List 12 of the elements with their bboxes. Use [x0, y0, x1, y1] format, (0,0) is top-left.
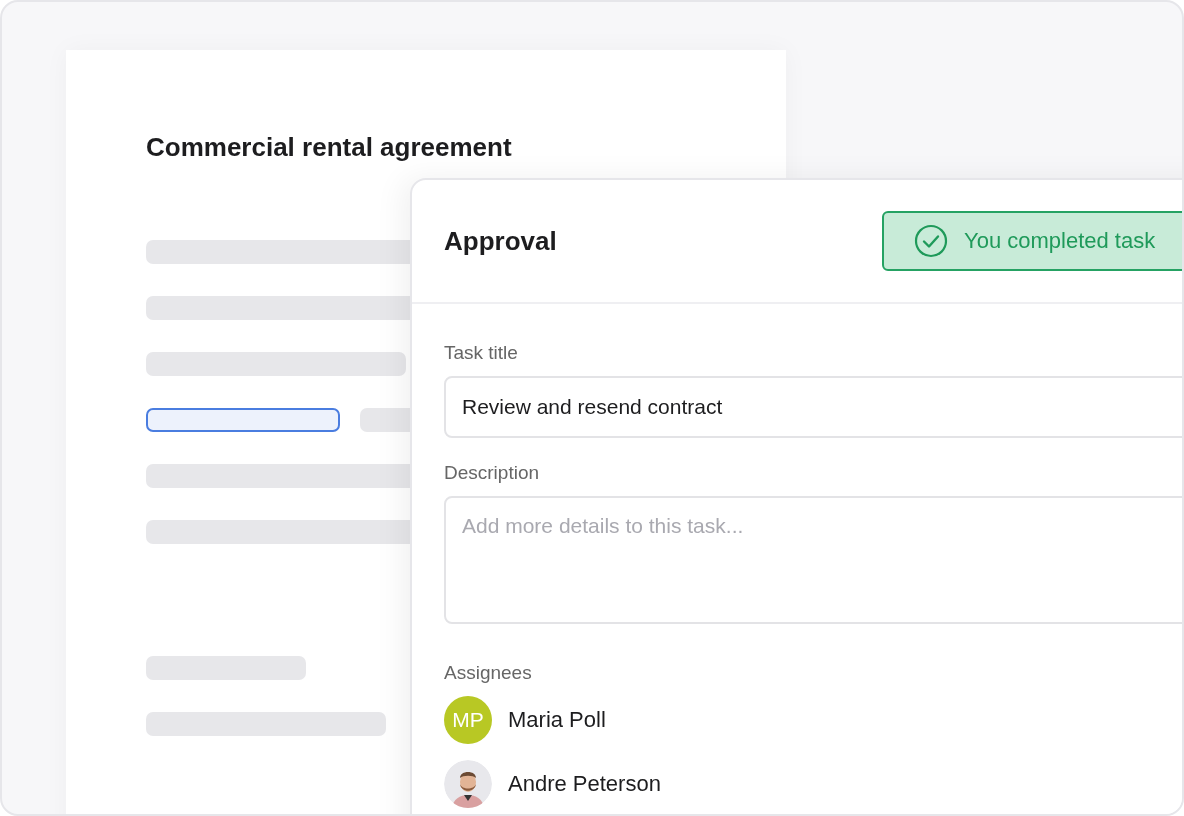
field-label: Description — [444, 461, 541, 485]
status-text: You completed task — [964, 228, 1156, 254]
assignees-label: Assignees — [444, 661, 533, 685]
assignee-name: Andre Peterson — [508, 771, 661, 797]
task-title-field[interactable]: Review and resend contract — [444, 376, 1182, 438]
description-field[interactable]: Add more details to this task... — [444, 496, 1182, 624]
check-circle-icon — [914, 224, 948, 258]
panel-title: Approval — [444, 225, 557, 257]
avatar: MP — [444, 696, 492, 744]
field-label: Task title — [444, 341, 519, 365]
assignee-name: Maria Poll — [508, 707, 606, 733]
document-title: Commercial rental agreement — [146, 131, 513, 164]
